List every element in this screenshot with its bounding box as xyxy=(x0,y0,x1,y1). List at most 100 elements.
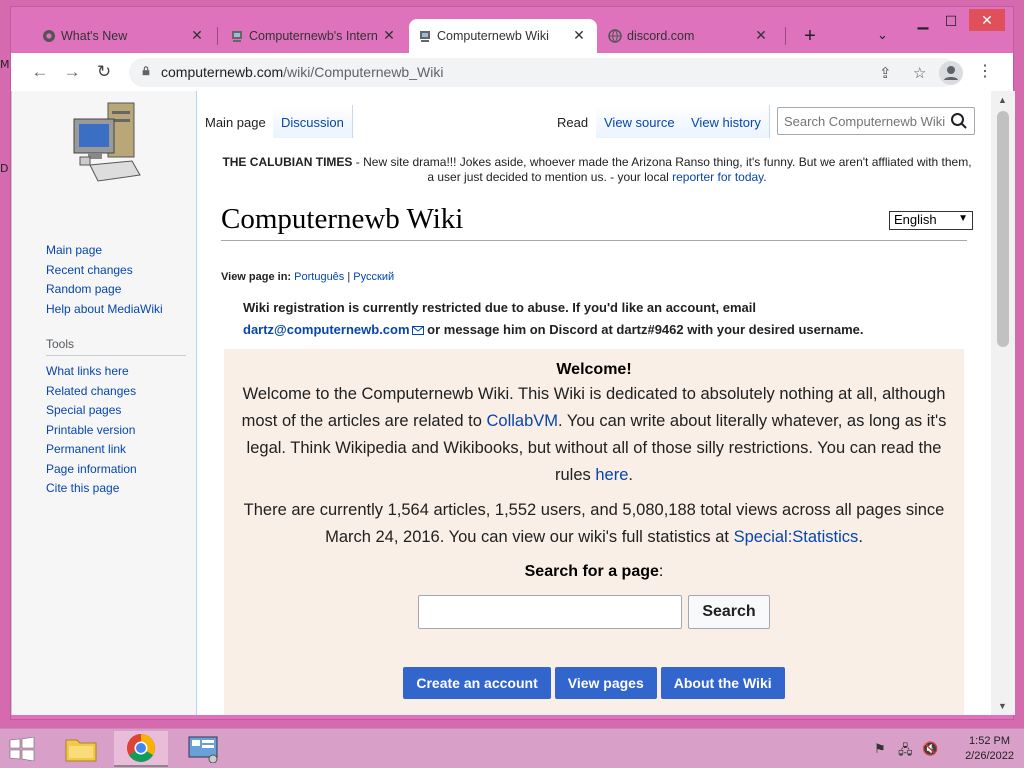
registration-notice: Wiki registration is currently restricte… xyxy=(243,300,864,337)
view-page-in: View page in: Português | Русский xyxy=(221,271,395,283)
nav-help[interactable]: Help about MediaWiki xyxy=(46,300,186,320)
wiki-sidebar: Main page Recent changes Random page Hel… xyxy=(12,91,196,715)
kebab-menu-icon[interactable]: ⋮ xyxy=(977,61,993,81)
create-account-button[interactable]: Create an account xyxy=(403,667,551,699)
email-link[interactable]: dartz@computernewb.com xyxy=(243,322,424,337)
nav-recent-changes[interactable]: Recent changes xyxy=(46,261,186,281)
page-title: Computernewb Wiki xyxy=(221,203,967,241)
person-icon xyxy=(944,66,958,80)
tool-permanent-link[interactable]: Permanent link xyxy=(46,440,186,460)
scrollbar-thumb[interactable] xyxy=(997,111,1009,347)
volume-muted-icon[interactable]: 🔇 xyxy=(922,741,938,757)
tool-cite-this-page[interactable]: Cite this page xyxy=(46,479,186,499)
tool-page-information[interactable]: Page information xyxy=(46,460,186,480)
page-search-button[interactable]: Search xyxy=(688,595,770,629)
tab-label: What's New xyxy=(61,29,128,43)
reload-icon[interactable]: ↻ xyxy=(93,61,115,83)
scroll-up-icon[interactable]: ▲ xyxy=(998,95,1007,105)
tab-computernewb-wiki[interactable]: Computernewb Wiki ✕ xyxy=(409,19,597,53)
site-notice: THE CALUBIAN TIMES - New site drama!!! J… xyxy=(222,155,972,184)
folder-icon xyxy=(65,739,97,762)
welcome-paragraph: Welcome to the Computernewb Wiki. This W… xyxy=(241,385,947,484)
tab-label: Computernewb Wiki xyxy=(437,29,549,43)
action-buttons: Create an account View pages About the W… xyxy=(224,667,964,699)
tool-related-changes[interactable]: Related changes xyxy=(46,382,186,402)
close-window-button[interactable]: ✕ xyxy=(969,9,1005,31)
tab-main-page[interactable]: Main page xyxy=(197,105,275,138)
system-clock[interactable]: 1:52 PM 2/26/2022 xyxy=(965,734,1014,764)
close-icon[interactable]: ✕ xyxy=(571,27,587,44)
forward-icon[interactable]: → xyxy=(61,61,83,83)
nav-random-page[interactable]: Random page xyxy=(46,280,186,300)
desktop-edge-text: D xyxy=(0,162,9,175)
page-viewport: Main page Recent changes Random page Hel… xyxy=(11,91,1015,715)
wiki-logo[interactable] xyxy=(68,99,148,183)
action-center-flag-icon[interactable]: ⚑ xyxy=(874,741,886,757)
statistics-link[interactable]: Special:Statistics xyxy=(734,528,859,546)
minimize-button[interactable]: ▁ xyxy=(909,13,937,30)
tab-label: discord.com xyxy=(627,29,695,43)
tab-read[interactable]: Read xyxy=(549,105,598,138)
content-area: Main page Discussion Read View source Vi… xyxy=(196,91,992,715)
chevron-down-icon[interactable]: ⌄ xyxy=(877,27,888,43)
file-explorer-taskbar[interactable] xyxy=(54,731,108,767)
nav-portal: Main page Recent changes Random page Hel… xyxy=(46,241,186,319)
collabvm-link[interactable]: CollabVM xyxy=(486,412,558,430)
chrome-icon xyxy=(127,734,155,762)
reporter-link[interactable]: reporter for today xyxy=(672,170,763,184)
back-icon[interactable]: ← xyxy=(29,61,51,83)
share-icon[interactable]: ⇪ xyxy=(879,64,892,82)
chrome-taskbar[interactable] xyxy=(114,731,168,767)
wiki-search-input[interactable] xyxy=(778,108,948,134)
view-pages-button[interactable]: View pages xyxy=(554,667,657,699)
profile-avatar[interactable] xyxy=(939,61,963,85)
maximize-button[interactable]: ☐ xyxy=(937,13,965,30)
tool-what-links-here[interactable]: What links here xyxy=(46,362,186,382)
tab-discussion[interactable]: Discussion xyxy=(273,105,353,138)
network-icon[interactable]: 🖧 xyxy=(898,741,913,763)
tools-portal: Tools What links here Related changes Sp… xyxy=(46,337,186,499)
close-icon[interactable]: ✕ xyxy=(753,27,769,44)
taskbar: ⚑ 🖧 🔇 1:52 PM 2/26/2022 xyxy=(0,728,1024,768)
welcome-box: Welcome! Welcome to the Computernewb Wik… xyxy=(224,349,964,715)
new-tab-button[interactable]: + xyxy=(799,25,821,48)
tab-strip: What's New ✕ Computernewb's Intern ✕ Com… xyxy=(11,7,1013,53)
computernewb-icon xyxy=(229,28,245,44)
mail-icon xyxy=(411,326,424,335)
wiki-search xyxy=(777,107,975,135)
page-search-input[interactable] xyxy=(418,595,682,629)
tab-computernewb-internet[interactable]: Computernewb's Intern ✕ xyxy=(221,19,407,53)
windows-start-icon[interactable] xyxy=(8,737,36,761)
search-icon[interactable] xyxy=(950,112,968,130)
control-panel-icon xyxy=(188,736,218,763)
address-bar[interactable]: computernewb.com/wiki/Computernewb_Wiki … xyxy=(129,58,957,87)
control-panel-taskbar[interactable] xyxy=(176,731,230,767)
close-icon[interactable]: ✕ xyxy=(381,27,397,44)
chevron-down-icon: ▼ xyxy=(958,213,968,224)
tab-label: Computernewb's Intern xyxy=(249,29,378,43)
lang-link-pt[interactable]: Português xyxy=(294,271,344,283)
rules-link[interactable]: here xyxy=(595,466,628,484)
page-scrollbar[interactable]: ▲ ▼ xyxy=(991,91,1015,715)
welcome-title: Welcome! xyxy=(556,361,632,378)
globe-icon xyxy=(607,28,623,44)
page-body: THE CALUBIAN TIMES - New site drama!!! J… xyxy=(221,155,973,715)
computernewb-icon xyxy=(417,28,433,44)
tool-printable-version[interactable]: Printable version xyxy=(46,421,186,441)
tab-view-history[interactable]: View history xyxy=(683,105,770,138)
tab-whats-new[interactable]: What's New ✕ xyxy=(33,19,215,53)
star-icon[interactable]: ☆ xyxy=(913,64,926,82)
browser-window: What's New ✕ Computernewb's Intern ✕ Com… xyxy=(10,6,1015,720)
tool-special-pages[interactable]: Special pages xyxy=(46,401,186,421)
close-icon[interactable]: ✕ xyxy=(189,27,205,44)
chrome-icon xyxy=(41,28,57,44)
tab-view-source[interactable]: View source xyxy=(596,105,684,138)
desktop-edge-text: M xyxy=(0,58,10,71)
lock-icon xyxy=(142,66,150,76)
lang-link-ru[interactable]: Русский xyxy=(353,271,394,283)
scroll-down-icon[interactable]: ▼ xyxy=(998,701,1007,711)
about-wiki-button[interactable]: About the Wiki xyxy=(660,667,785,699)
tab-discord[interactable]: discord.com ✕ xyxy=(599,19,779,53)
nav-main-page[interactable]: Main page xyxy=(46,241,186,261)
language-select[interactable]: English ▼ xyxy=(889,211,973,230)
